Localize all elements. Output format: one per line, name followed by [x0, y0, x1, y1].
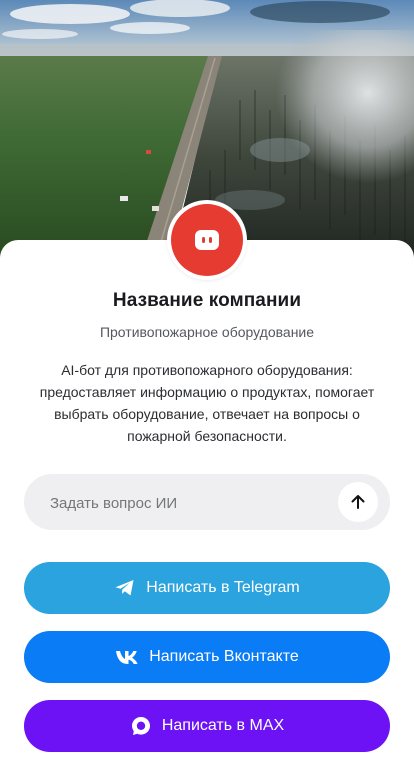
max-icon	[130, 715, 152, 737]
send-button[interactable]	[338, 482, 378, 522]
ask-ai-input[interactable]	[48, 474, 352, 532]
company-description: AI-бот для противопожарного оборудования…	[39, 362, 375, 444]
arrow-up-icon	[351, 495, 365, 509]
write-max-button[interactable]: Написать в MAX	[24, 700, 390, 752]
write-telegram-label: Написать в Telegram	[146, 579, 300, 596]
vk-icon	[115, 649, 139, 665]
chat-bot-icon	[195, 230, 219, 250]
write-max-label: Написать в MAX	[161, 717, 285, 734]
company-name: Название компании	[112, 290, 302, 311]
avatar	[171, 204, 243, 276]
write-telegram-button[interactable]: Написать в Telegram	[24, 562, 390, 614]
telegram-icon	[114, 578, 136, 598]
write-vk-label: Написать Вконтакте	[149, 648, 299, 665]
company-avatar	[167, 200, 247, 280]
company-category: Противопожарное оборудование	[99, 324, 315, 340]
write-vk-button[interactable]: Написать Вконтакте	[24, 631, 390, 683]
ask-ai-field	[24, 474, 390, 532]
